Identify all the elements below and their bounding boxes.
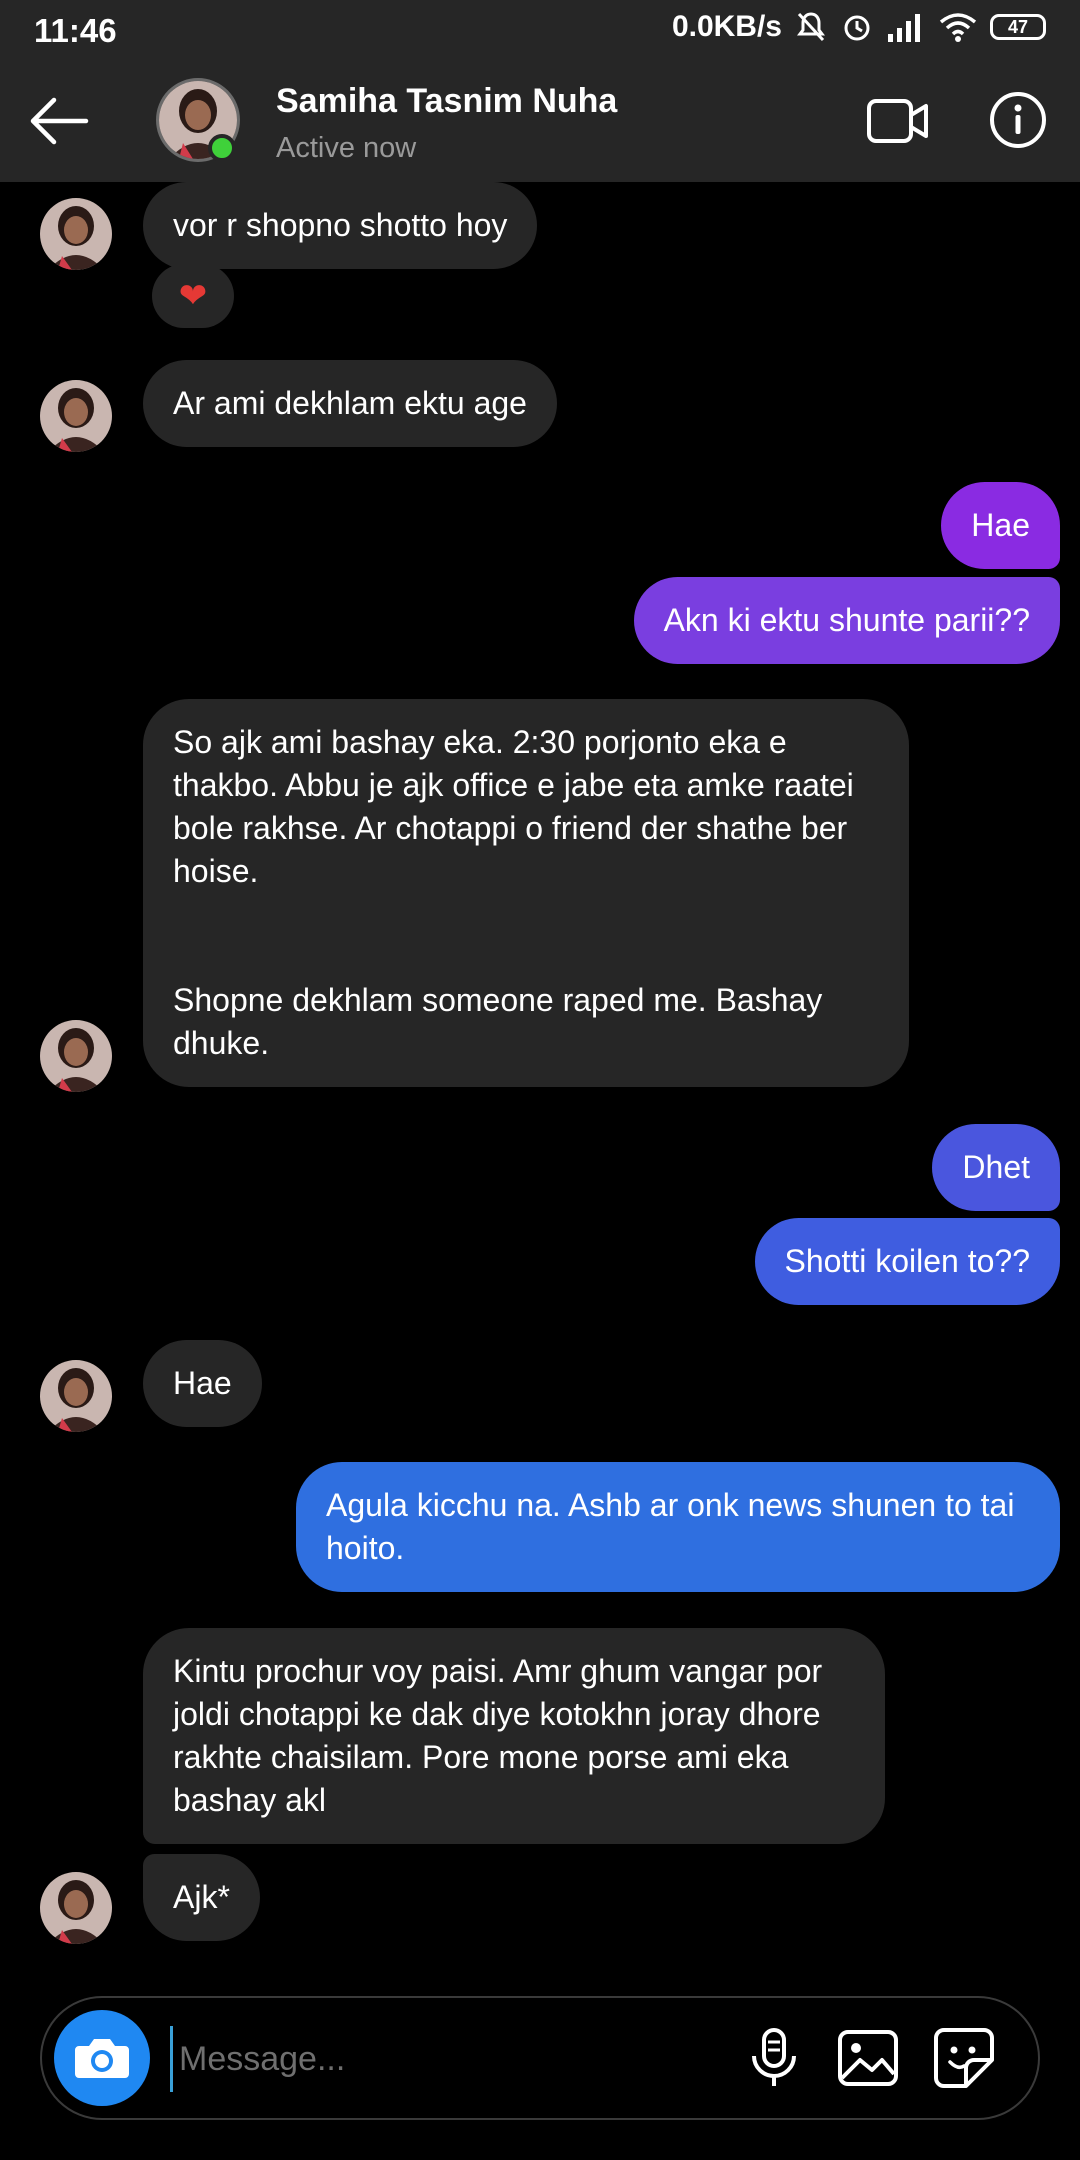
sender-avatar[interactable] — [40, 1872, 112, 1944]
avatar-image — [40, 380, 112, 452]
avatar-image — [40, 198, 112, 270]
message-bubble-outgoing[interactable]: Dhet — [932, 1124, 1060, 1211]
network-speed: 0.0KB/s — [671, 10, 782, 43]
message-bubble-incoming[interactable]: Ar ami dekhlam ektu age — [143, 360, 557, 447]
signal-icon — [888, 14, 920, 42]
camera-button[interactable] — [54, 2010, 150, 2106]
sticker-icon[interactable] — [932, 2026, 996, 2090]
status-time: 11:46 — [34, 12, 117, 49]
heart-icon: ❤ — [178, 277, 208, 315]
avatar-image — [40, 1360, 112, 1432]
microphone-icon[interactable] — [742, 2026, 806, 2090]
battery-indicator: 47 — [990, 14, 1046, 40]
heart-reaction[interactable]: ❤ — [152, 264, 234, 328]
contact-name[interactable]: Samiha Tasnim Nuha — [276, 82, 617, 121]
video-camera-icon[interactable] — [866, 96, 930, 146]
avatar-image — [40, 1872, 112, 1944]
wifi-icon — [939, 13, 977, 42]
gallery-icon[interactable] — [836, 2028, 900, 2088]
sender-avatar[interactable] — [40, 380, 112, 452]
message-bubble-outgoing[interactable]: Agula kicchu na. Ashb ar onk news shunen… — [296, 1462, 1060, 1592]
info-icon[interactable] — [988, 90, 1048, 150]
sender-avatar[interactable] — [40, 198, 112, 270]
mute-bell-icon — [797, 12, 825, 42]
message-thread[interactable]: vor r shopno shotto hoy ❤ Ar ami dekhlam… — [0, 182, 1080, 1982]
message-bubble-incoming[interactable]: So ajk ami bashay eka. 2:30 porjonto eka… — [143, 699, 909, 1087]
message-bubble-outgoing[interactable]: Hae — [941, 482, 1060, 569]
message-composer — [40, 1996, 1040, 2120]
message-bubble-incoming[interactable]: Ajk* — [143, 1854, 260, 1941]
online-status-dot — [208, 134, 236, 162]
alarm-icon — [844, 15, 870, 41]
camera-icon — [75, 2039, 129, 2078]
contact-active-status: Active now — [276, 132, 417, 164]
message-bubble-incoming[interactable]: vor r shopno shotto hoy — [143, 182, 538, 269]
message-input[interactable] — [170, 2026, 741, 2092]
chat-header: Samiha Tasnim Nuha Active now — [0, 60, 1080, 182]
message-bubble-incoming[interactable]: Kintu prochur voy paisi. Amr ghum vangar… — [143, 1628, 885, 1844]
message-bubble-outgoing[interactable]: Akn ki ektu shunte parii?? — [633, 577, 1060, 664]
back-arrow-icon[interactable] — [28, 94, 90, 148]
sender-avatar[interactable] — [40, 1360, 112, 1432]
status-icons: 0.0KB/s 47 — [672, 10, 1046, 44]
avatar-image — [40, 1020, 112, 1092]
message-bubble-incoming[interactable]: Hae — [143, 1340, 262, 1427]
message-bubble-outgoing[interactable]: Shotti koilen to?? — [754, 1218, 1060, 1305]
sender-avatar[interactable] — [40, 1020, 112, 1092]
status-bar: 11:46 0.0KB/s 47 — [0, 0, 1080, 60]
